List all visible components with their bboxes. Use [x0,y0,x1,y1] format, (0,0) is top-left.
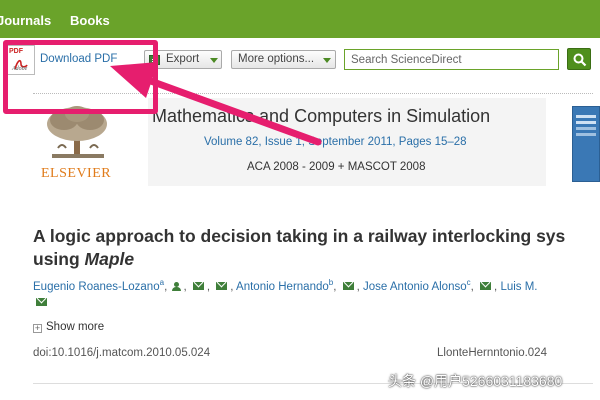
annotation-arrow-icon [110,62,322,146]
watermark-text: 头条 @用户5266031183680 [388,373,563,389]
